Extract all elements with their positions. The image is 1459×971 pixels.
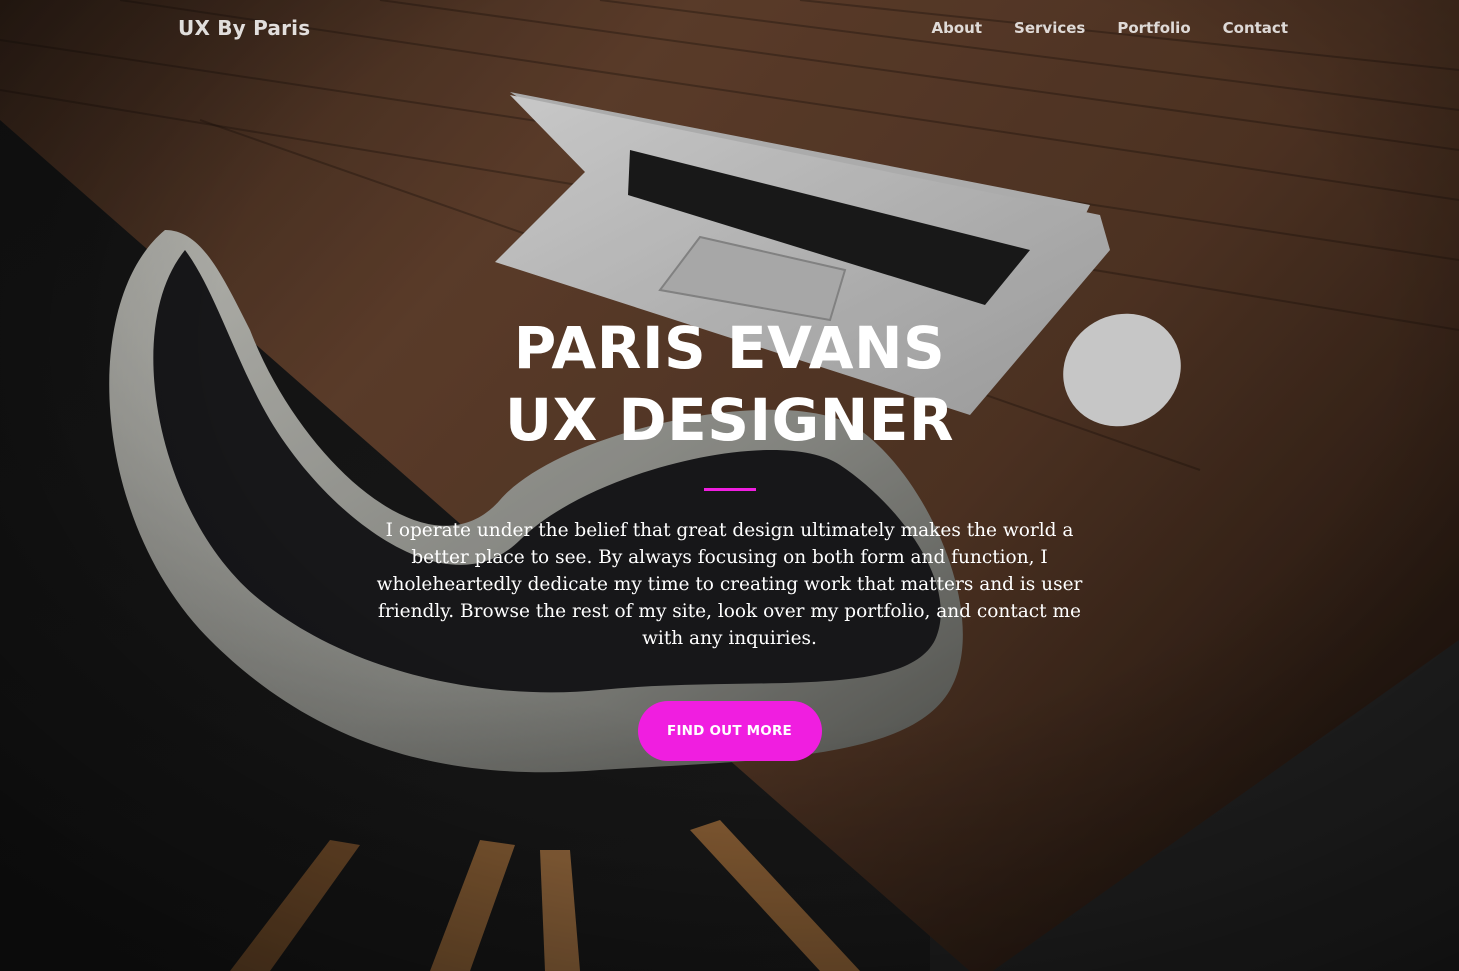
main-nav: About Services Portfolio Contact bbox=[932, 19, 1288, 38]
top-navbar: UX By Paris About Services Portfolio Con… bbox=[0, 0, 1459, 60]
nav-item-portfolio: Portfolio bbox=[1117, 19, 1190, 38]
hero-title-line-2: UX DESIGNER bbox=[504, 386, 955, 454]
nav-item-contact: Contact bbox=[1223, 19, 1288, 38]
nav-link-services[interactable]: Services bbox=[1014, 19, 1085, 37]
nav-link-portfolio[interactable]: Portfolio bbox=[1117, 19, 1190, 37]
nav-link-about[interactable]: About bbox=[932, 19, 983, 37]
hero-content: PARIS EVANS UX DESIGNER I operate under … bbox=[0, 312, 1459, 761]
accent-divider bbox=[703, 488, 756, 491]
hero-title: PARIS EVANS UX DESIGNER bbox=[0, 312, 1459, 456]
hero-section: UX By Paris About Services Portfolio Con… bbox=[0, 0, 1459, 971]
brand-logo-link[interactable]: UX By Paris bbox=[178, 16, 310, 40]
hero-title-line-1: PARIS EVANS bbox=[513, 314, 946, 382]
nav-item-services: Services bbox=[1014, 19, 1085, 38]
nav-link-contact[interactable]: Contact bbox=[1223, 19, 1288, 37]
find-out-more-button[interactable]: FIND OUT MORE bbox=[637, 701, 822, 761]
hero-description: I operate under the belief that great de… bbox=[376, 520, 1083, 649]
nav-item-about: About bbox=[932, 19, 983, 38]
